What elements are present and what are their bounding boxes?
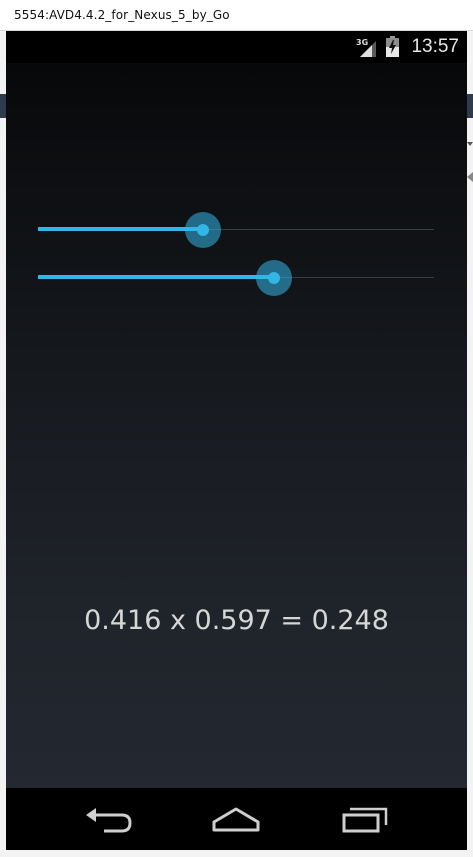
seekbar-progress <box>38 227 203 231</box>
emulator-window: 5554:AVD4.4.2_for_Nexus_5_by_Go 3G 13:57 <box>0 0 473 857</box>
home-icon[interactable] <box>206 798 266 840</box>
window-title: 5554:AVD4.4.2_for_Nexus_5_by_Go <box>14 8 230 22</box>
network-label: 3G <box>356 38 368 47</box>
host-window-fragment <box>467 172 473 184</box>
battery-icon <box>386 36 399 57</box>
status-bar: 3G 13:57 <box>6 31 467 63</box>
host-window-fragment <box>467 94 473 118</box>
seekbar-thumb[interactable] <box>256 260 292 296</box>
device-screen: 3G 13:57 0.416 x 0.597 = 0.248 <box>6 31 467 850</box>
recents-icon[interactable] <box>336 798 396 840</box>
seekbar-progress <box>38 275 274 279</box>
navigation-bar <box>6 788 467 850</box>
window-titlebar[interactable]: 5554:AVD4.4.2_for_Nexus_5_by_Go <box>0 0 473 31</box>
status-time: 13:57 <box>411 36 459 57</box>
seekbar-thumb[interactable] <box>185 212 221 248</box>
host-window-fragment <box>467 140 473 148</box>
result-text: 0.416 x 0.597 = 0.248 <box>84 605 389 636</box>
seekbar-b[interactable] <box>38 258 434 298</box>
signal-icon: 3G <box>356 38 376 57</box>
seekbar-a[interactable] <box>38 210 434 250</box>
back-icon[interactable] <box>78 798 138 840</box>
